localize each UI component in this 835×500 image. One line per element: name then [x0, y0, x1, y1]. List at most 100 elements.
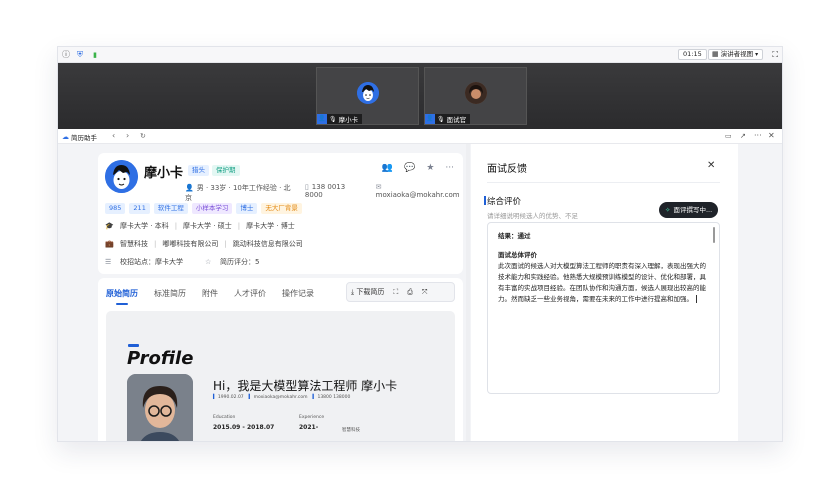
video-tile-candidate[interactable]: 👤 🎙 摩小卡 — [316, 67, 419, 125]
video-tile-interviewer[interactable]: 👤 🎙 面试官 — [424, 67, 527, 125]
section-title: 综合评价 — [483, 196, 522, 207]
result-line: 结果：通过 — [498, 232, 531, 240]
app-window: ⓘ ⛨ ▮ 01:15 ▦ 演讲者视图 ▾ ⛶ 👤 🎙 摩小卡 👤 🎙 面试官 … — [57, 46, 783, 442]
education-item: 摩卡大学 · 本科 — [120, 222, 169, 230]
video-tile-label: 👤 🎙 摩小卡 — [317, 114, 363, 124]
interview-feedback-panel: 面试反馈 ✕ 综合评价 请详细说明候选人的优势、不足 ✧ 面评撰写中... 结果… — [471, 144, 738, 441]
candidate-name: 摩小卡 — [144, 166, 184, 181]
title-accent-bar — [128, 344, 139, 347]
screen-icon[interactable]: ▭ — [725, 131, 732, 141]
view-mode-label: 演讲者视图 — [720, 50, 754, 58]
phone-icon: ▍ — [312, 395, 317, 400]
forward-icon[interactable]: › — [126, 131, 129, 141]
protection-badge: 保护期 — [212, 165, 240, 176]
phone-number: 138 0013 8000 — [304, 183, 346, 199]
basic-info: 男 · 33岁 · 10年工作经验 · 北京 — [185, 184, 291, 202]
signal-icon[interactable]: ▮ — [90, 50, 100, 60]
tab-original-resume[interactable]: 原始简历 — [106, 288, 138, 305]
view-mode-dropdown[interactable]: ▦ 演讲者视图 ▾ — [708, 49, 764, 60]
tab-attachments[interactable]: 附件 — [202, 288, 218, 299]
star-outline-icon: ☆ — [205, 258, 212, 266]
tab-operation-log[interactable]: 操作记录 — [282, 288, 314, 299]
ai-writing-indicator[interactable]: ✧ 面评撰写中... — [659, 202, 719, 218]
education-row: 🎓 摩卡大学 · 本科 | 摩卡大学 · 硕士 | 摩卡大学 · 博士 — [105, 222, 295, 230]
preview-greeting: Hi，我是大模型算法工程师 摩小卡 — [213, 379, 398, 393]
tag: 无大厂背景 — [261, 203, 302, 214]
user-icon: 👤 — [317, 114, 327, 124]
summary-title: 面试总体评价 — [498, 251, 537, 259]
video-strip: 👤 🎙 摩小卡 👤 🎙 面试官 — [58, 63, 782, 129]
assistant-title: 简历助手 — [71, 134, 97, 142]
info-icon[interactable]: ⓘ — [61, 50, 71, 60]
resume-toolbox: ⤓ 下载简历 ⛶ ⎙ ⤧ — [346, 282, 455, 302]
text-caret — [696, 295, 697, 303]
interviewer-avatar — [465, 82, 487, 104]
download-icon: ⤓ — [351, 288, 355, 296]
main-scrollbar[interactable] — [466, 144, 470, 441]
shield-icon[interactable]: ⛨ — [75, 50, 85, 60]
campus-site: 校招站点：摩卡大学 — [120, 258, 183, 266]
participant-name: 摩小卡 — [338, 116, 359, 124]
profile-actions: 👥 💬 ★ ··· — [382, 163, 454, 173]
grid-icon: ▦ — [712, 50, 719, 58]
company-item: 嘟嘟科技有限公司 — [162, 240, 219, 248]
candidate-meta: 👤 男 · 33岁 · 10年工作经验 · 北京 ▯ 138 0013 8000 ✉… — [185, 183, 463, 203]
tab-standard-resume[interactable]: 标准简历 — [154, 288, 186, 299]
assistant-logo: ☁ 简历助手 — [62, 132, 97, 142]
cloud-icon: ☁ — [62, 133, 69, 141]
tag: 985 — [105, 203, 126, 214]
company-row: 💼 智慧科技 | 嘟嘟科技有限公司 | 跳动科技信息有限公司 — [105, 240, 303, 248]
graduation-cap-icon: 🎓 — [105, 222, 114, 230]
textarea-scrollbar[interactable] — [713, 227, 715, 243]
preview-education: Education 2015.09 - 2018.07 — [213, 415, 275, 431]
meeting-topbar: ⓘ ⛨ ▮ 01:15 ▦ 演讲者视图 ▾ ⛶ — [58, 47, 782, 63]
tag: 博士 — [236, 203, 258, 214]
share-icon[interactable]: ↗ — [740, 131, 746, 141]
resume-preview[interactable]: Profile Hi，我是大模型算法工程师 摩小卡 ▍ 1990.02.07 ▍… — [106, 311, 455, 441]
preview-experience: Experience 2021- — [299, 415, 325, 431]
briefcase-icon: 💼 — [105, 240, 114, 248]
sparkle-icon: ✧ — [665, 206, 671, 214]
summary-body: 此次面试的候选人对大模型算法工程师的职责有深入理解，表现出强大的技术能力和实践经… — [498, 262, 706, 303]
download-resume-button[interactable]: ⤓ 下载简历 — [351, 287, 384, 297]
candidate-avatar — [105, 160, 138, 193]
company-item: 跳动科技信息有限公司 — [232, 240, 303, 248]
assistant-toolbar: ☁ 简历助手 ‹ › ↻ ▭ ↗ ··· ✕ — [58, 129, 782, 144]
education-item: 摩卡大学 · 硕士 — [183, 222, 232, 230]
candidate-profile-card: 摩小卡 猎头 保护期 👥 💬 ★ ··· 👤 男 · 33岁 · 10年工作经验 … — [98, 153, 463, 274]
more-icon[interactable]: ··· — [445, 163, 454, 173]
headhunter-badge: 猎头 — [188, 165, 209, 176]
list-icon: ☰ — [105, 258, 112, 266]
chat-icon[interactable]: 💬 — [404, 163, 415, 173]
close-icon[interactable]: ✕ — [768, 131, 775, 141]
user-icon: 👤 — [425, 114, 435, 124]
mail-icon: ✉ — [375, 183, 382, 191]
candidate-photo — [127, 374, 193, 441]
calendar-icon: ▍ — [213, 395, 217, 400]
mail-icon: ▍ — [248, 395, 253, 400]
close-icon[interactable]: ✕ — [707, 160, 715, 171]
print-icon[interactable]: ⎙ — [407, 288, 413, 297]
tab-talent-evaluation[interactable]: 人才评价 — [234, 288, 266, 299]
collapse-icon[interactable]: ⤧ — [422, 288, 428, 297]
back-icon[interactable]: ‹ — [112, 131, 115, 141]
resume-score: 简历评分：5 — [220, 258, 260, 266]
education-item: 摩卡大学 · 博士 — [246, 222, 295, 230]
star-icon[interactable]: ★ — [426, 163, 434, 173]
expand-icon[interactable]: ⛶ — [393, 288, 398, 297]
fullscreen-icon[interactable]: ⛶ — [772, 50, 778, 60]
feedback-textarea[interactable]: 结果：通过 面试总体评价 此次面试的候选人对大模型算法工程师的职责有深入理解，表… — [487, 222, 720, 394]
tag: 小样本学习 — [191, 203, 233, 214]
more-icon[interactable]: ··· — [754, 131, 762, 141]
preview-title: Profile — [127, 348, 194, 369]
resume-tabs: 原始简历 标准简历 附件 人才评价 操作记录 — [106, 288, 314, 305]
candidate-avatar — [357, 82, 379, 104]
phone-icon: ▯ — [304, 183, 309, 191]
users-icon[interactable]: 👥 — [382, 163, 393, 173]
participant-name: 面试官 — [446, 116, 467, 124]
microphone-icon: 🎙 — [437, 115, 445, 123]
divider — [487, 182, 720, 183]
chevron-down-icon: ▾ — [755, 51, 759, 58]
refresh-icon[interactable]: ↻ — [140, 131, 146, 141]
site-score-row: ☰ 校招站点：摩卡大学 ☆ 简历评分：5 — [105, 257, 259, 267]
